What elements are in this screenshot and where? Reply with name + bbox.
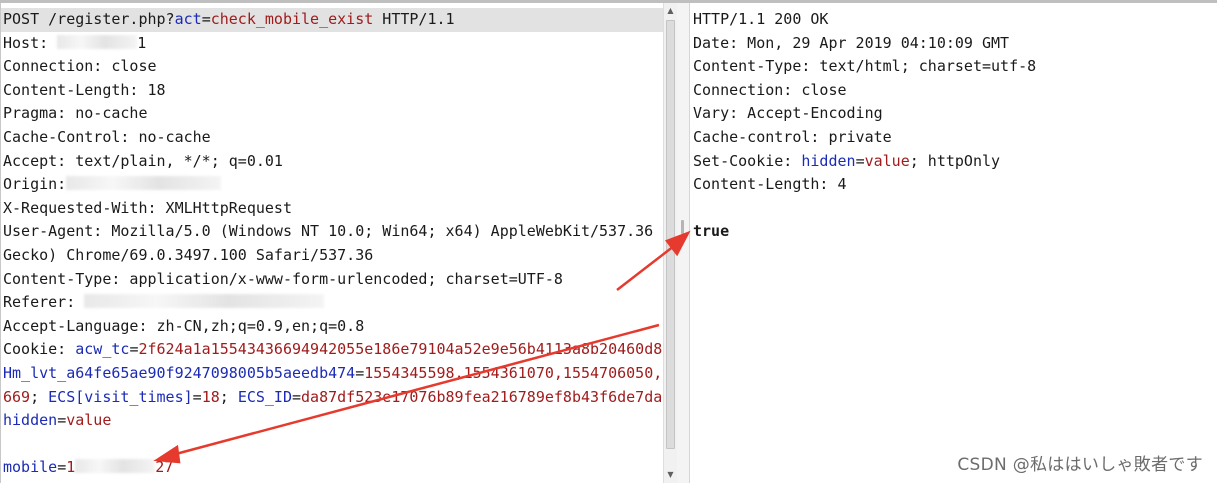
param-key: Hm_lvt_a64fe65ae90f9247098005b5aeedb474 [3, 363, 356, 382]
line-text: Accept: text/plain, */*; q=0.01 [3, 151, 283, 170]
line-text: Content-Length: 18 [3, 80, 166, 99]
line-text: ; [219, 387, 238, 406]
response-line: Vary: Accept-Encoding [693, 102, 1036, 126]
scrollbar-thumb[interactable] [666, 20, 675, 449]
line-text: Origin: [3, 175, 67, 194]
line-text: = [57, 458, 67, 477]
response-line: Connection: close [693, 79, 1036, 103]
line-text: Referer: [3, 293, 85, 312]
request-scrollbar[interactable]: ▲ ▼ [663, 3, 678, 483]
param-value: 1554345598,1554361070,1554706050,1554862 [364, 363, 664, 382]
param-value: value [864, 151, 910, 170]
param-key: ECS_ID [237, 387, 292, 406]
response-line: HTTP/1.1 200 OK [693, 8, 1036, 32]
response-pane[interactable]: HTTP/1.1 200 OK Date: Mon, 29 Apr 2019 04… [690, 3, 1217, 483]
line-text: ; [30, 387, 49, 406]
request-line: Hm_lvt_a64fe65ae90f9247098005b5aeedb474=… [3, 362, 664, 386]
response-text[interactable]: HTTP/1.1 200 OK Date: Mon, 29 Apr 2019 04… [693, 8, 1036, 244]
line-text: = [192, 387, 202, 406]
request-line: User-Agent: Mozilla/5.0 (Windows NT 10.0… [3, 220, 664, 244]
request-line: Host: 1 [3, 32, 664, 56]
response-line: Content-Type: text/html; charset=utf-8 [693, 55, 1036, 79]
line-text: Cache-control: private [693, 127, 892, 146]
request-line: Content-Type: application/x-www-form-url… [3, 268, 664, 292]
response-line: Content-Length: 4 [693, 173, 1036, 197]
param-value: 27 [155, 458, 174, 477]
param-value: 18 [201, 387, 220, 406]
scroll-down-arrow-icon[interactable]: ▼ [664, 468, 677, 482]
request-line: Referer: [3, 291, 664, 315]
pane-splitter[interactable] [677, 3, 690, 483]
line-text: HTTP/1.1 [373, 10, 455, 28]
line-text: Content-Type: text/html; charset=utf-8 [693, 57, 1037, 76]
response-line: Set-Cookie: hidden=value; httpOnly [693, 150, 1036, 174]
line-text: Content-Type: application/x-www-form-url… [3, 269, 563, 288]
request-pane[interactable]: POST /register.php?act=check_mobile_exis… [0, 3, 664, 483]
request-line: mobile=1 27 [3, 456, 664, 480]
line-text: Content-Length: 4 [693, 175, 847, 194]
request-line: Cache-Control: no-cache [3, 126, 664, 150]
watermark-text: CSDN @私ははいしゃ敗者です [957, 455, 1203, 475]
request-line: Origin: [3, 173, 664, 197]
response-line [693, 197, 1036, 221]
line-text: = [292, 387, 302, 406]
param-key: ECS[visit_times] [48, 387, 193, 406]
redacted-text [75, 459, 156, 474]
line-text: POST /register.php? [3, 10, 175, 28]
line-text: = [855, 151, 865, 170]
line-text: true [693, 222, 730, 241]
param-key: act [174, 10, 202, 28]
line-text: Connection: close [3, 57, 157, 76]
param-value: da87df523e17076b89fea216789ef8b43f6de7da [301, 387, 663, 406]
request-line: Gecko) Chrome/69.0.3497.100 Safari/537.3… [3, 244, 664, 268]
request-line: 669; ECS[visit_times]=18; ECS_ID=da87df5… [3, 386, 664, 410]
request-line: Accept: text/plain, */*; q=0.01 [3, 150, 664, 174]
param-value: check_mobile_exist [210, 10, 374, 28]
param-value: 2f624a1a15543436694942055e186e79104a52e9… [138, 340, 664, 359]
param-key: acw_tc [75, 340, 130, 359]
line-text: Host: [3, 33, 58, 52]
line-text: Connection: close [693, 80, 847, 99]
request-line: Pragma: no-cache [3, 102, 664, 126]
response-line: Cache-control: private [693, 126, 1036, 150]
line-text: 1 [137, 33, 147, 52]
line-text: Set-Cookie: [693, 151, 802, 170]
line-text: Cache-Control: no-cache [3, 127, 211, 146]
line-text: Vary: Accept-Encoding [693, 104, 883, 123]
line-text: X-Requested-With: XMLHttpRequest [3, 198, 292, 217]
param-key: hidden [3, 411, 58, 430]
request-line: hidden=value [3, 409, 664, 433]
response-line: true [693, 220, 1036, 244]
request-text[interactable]: POST /register.php?act=check_mobile_exis… [1, 8, 664, 480]
line-text: Pragma: no-cache [3, 104, 148, 123]
param-value: 1 [66, 458, 76, 477]
response-line: Date: Mon, 29 Apr 2019 04:10:09 GMT [693, 32, 1036, 56]
line-text: = [57, 411, 67, 430]
request-line: POST /register.php?act=check_mobile_exis… [1, 8, 664, 32]
line-text: Gecko) Chrome/69.0.3497.100 Safari/537.3… [3, 245, 374, 264]
splitter-grip-icon[interactable] [681, 220, 684, 234]
param-key: hidden [801, 151, 856, 170]
line-text: = [201, 10, 211, 28]
line-text: ; httpOnly [909, 151, 1001, 170]
redacted-text [66, 176, 222, 191]
request-line: X-Requested-With: XMLHttpRequest [3, 197, 664, 221]
line-text: HTTP/1.1 200 OK [693, 10, 829, 28]
scroll-up-arrow-icon[interactable]: ▲ [664, 4, 677, 18]
request-line: Cookie: acw_tc=2f624a1a15543436694942055… [3, 338, 664, 362]
redacted-text [57, 34, 138, 49]
line-text: = [355, 363, 365, 382]
line-text: Cookie: [3, 340, 76, 359]
line-text: Accept-Language: zh-CN,zh;q=0.9,en;q=0.8 [3, 316, 365, 335]
line-text: Date: Mon, 29 Apr 2019 04:10:09 GMT [693, 33, 1010, 52]
line-text: User-Agent: Mozilla/5.0 (Windows NT 10.0… [3, 222, 664, 241]
request-line: Connection: close [3, 55, 664, 79]
request-line [3, 433, 664, 457]
param-key: mobile [3, 458, 58, 477]
param-value: 669 [3, 387, 31, 406]
request-line: Accept-Language: zh-CN,zh;q=0.9,en;q=0.8 [3, 315, 664, 339]
param-value: value [66, 411, 112, 430]
redacted-text [84, 294, 325, 309]
request-line: Content-Length: 18 [3, 79, 664, 103]
